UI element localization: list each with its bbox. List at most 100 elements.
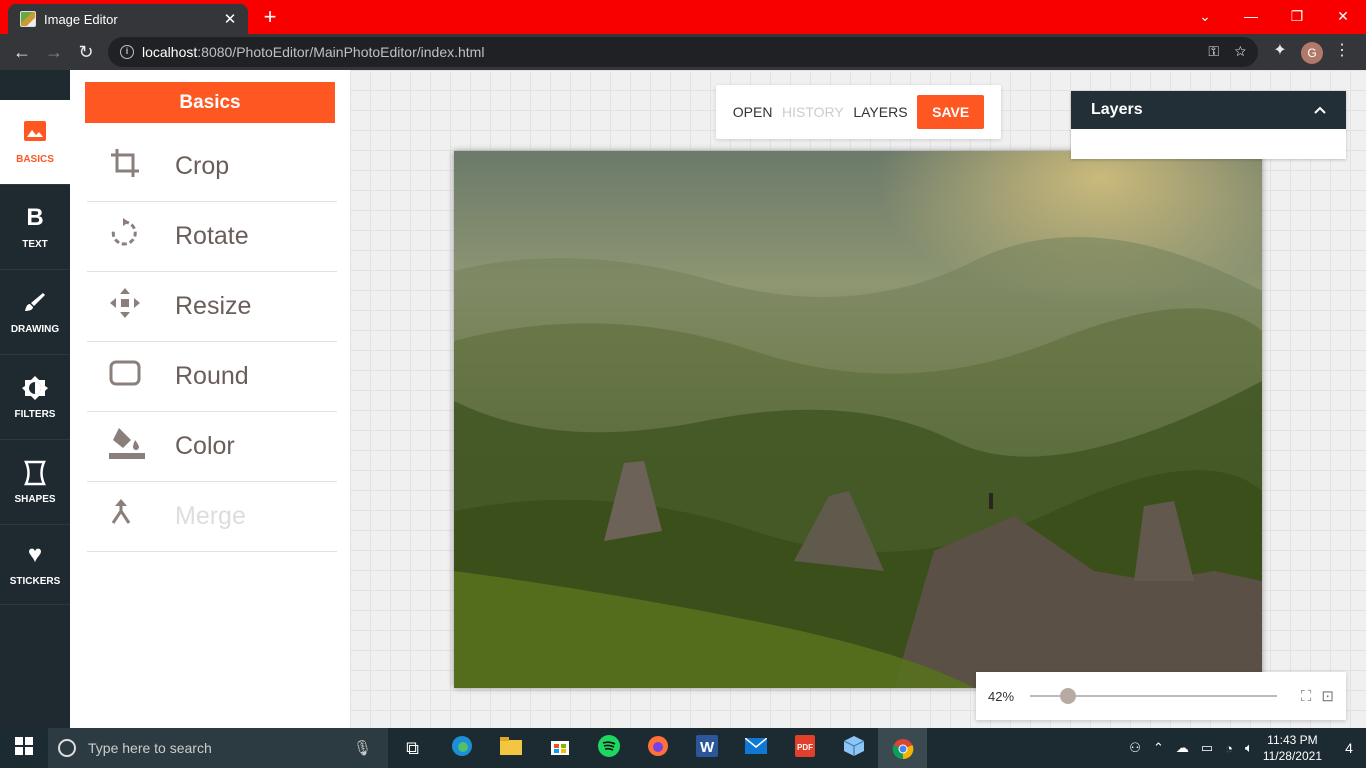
rail-item-label: STICKERS bbox=[9, 576, 61, 587]
zoom-controls: 42% ⛶ ⊡ bbox=[976, 672, 1346, 720]
fit-screen-icon[interactable]: ⛶ bbox=[1301, 688, 1312, 705]
svg-text:PDF: PDF bbox=[797, 743, 813, 752]
editing-canvas-image[interactable] bbox=[454, 151, 1262, 688]
center-focus-icon[interactable]: ⊡ bbox=[1321, 687, 1334, 705]
notification-count: 4 bbox=[1345, 740, 1353, 756]
wifi-icon[interactable]: ◔ bbox=[1225, 741, 1233, 756]
photo-editor-app: BASICS B TEXT DRAWING FILTERS SHAPES ♥ S… bbox=[0, 70, 1366, 728]
clock-time: 11:43 PM bbox=[1267, 733, 1318, 747]
zoom-slider-thumb[interactable] bbox=[1059, 688, 1076, 704]
svg-text:W: W bbox=[700, 739, 715, 756]
canvas-area: OPEN HISTORY LAYERS SAVE Layers 42% ⛶ ⊡ bbox=[350, 70, 1366, 728]
url-input[interactable]: i localhost :8080/PhotoEditor/MainPhotoE… bbox=[108, 37, 1258, 67]
panel-title: Basics bbox=[85, 82, 335, 123]
3d-cube-icon[interactable] bbox=[829, 735, 878, 762]
rail-item-stickers[interactable]: ♥ STICKERS bbox=[0, 525, 70, 605]
word-icon[interactable]: W bbox=[682, 734, 731, 762]
forward-arrow-icon[interactable]: → bbox=[40, 38, 68, 66]
rail-item-label: DRAWING bbox=[10, 323, 60, 335]
rail-item-text[interactable]: B TEXT bbox=[0, 185, 70, 270]
browser-menu-icon[interactable]: ⋮ bbox=[1330, 40, 1354, 60]
paint-bucket-icon bbox=[87, 426, 175, 467]
tool-rotate[interactable]: Rotate bbox=[87, 202, 337, 272]
extensions-puzzle-icon[interactable]: ✦ bbox=[1268, 40, 1292, 60]
close-window-button[interactable]: ✕ bbox=[1320, 0, 1366, 32]
tray-chevron-up-icon[interactable]: ⌃ bbox=[1153, 740, 1164, 756]
layers-panel-title: Layers bbox=[1091, 101, 1143, 118]
layers-panel-header[interactable]: Layers bbox=[1071, 91, 1346, 129]
minimize-button[interactable]: — bbox=[1228, 0, 1274, 32]
cortana-circle-icon bbox=[58, 739, 76, 757]
edge-browser-icon[interactable] bbox=[437, 735, 486, 762]
zoom-level-label: 42% bbox=[988, 688, 1015, 704]
editor-toolbar: OPEN HISTORY LAYERS SAVE bbox=[716, 85, 1001, 139]
favicon-icon bbox=[20, 11, 36, 27]
tool-label: Resize bbox=[175, 292, 252, 320]
rail-item-shapes[interactable]: SHAPES bbox=[0, 440, 70, 525]
file-explorer-icon[interactable] bbox=[486, 736, 535, 760]
onedrive-cloud-icon[interactable]: ☁ bbox=[1176, 740, 1189, 756]
windows-start-icon[interactable] bbox=[0, 736, 48, 760]
chevron-up-icon[interactable] bbox=[1314, 101, 1326, 119]
profile-avatar[interactable]: G bbox=[1301, 42, 1323, 64]
tab-search-icon[interactable]: ⌄ bbox=[1182, 0, 1228, 32]
brightness-icon bbox=[22, 375, 48, 401]
layers-button[interactable]: LAYERS bbox=[853, 104, 907, 120]
rail-item-label: TEXT bbox=[22, 238, 48, 250]
mail-icon[interactable] bbox=[731, 736, 780, 759]
tool-label: Color bbox=[175, 432, 235, 460]
image-icon bbox=[23, 120, 47, 146]
crop-icon bbox=[87, 147, 175, 186]
tool-rail: BASICS B TEXT DRAWING FILTERS SHAPES ♥ S… bbox=[0, 70, 70, 728]
bookmark-star-icon[interactable]: ☆ bbox=[1235, 43, 1246, 59]
people-icon[interactable]: ⚇ bbox=[1129, 740, 1141, 756]
rail-item-label: FILTERS bbox=[14, 408, 56, 420]
task-view-icon[interactable]: ⧉ bbox=[388, 738, 437, 759]
open-button[interactable]: OPEN bbox=[733, 104, 773, 120]
bold-b-icon: B bbox=[26, 203, 44, 231]
pdf-icon[interactable]: PDF bbox=[780, 734, 829, 762]
system-tray: ⚇ ⌃ ☁ ▭ ◔ 🔈︎ 11:43 PM 11/28/2021 4 bbox=[1123, 728, 1366, 768]
search-placeholder: Type here to search bbox=[88, 740, 212, 756]
restore-button[interactable]: ❐ bbox=[1274, 0, 1320, 32]
notification-center-icon[interactable]: 4 bbox=[1332, 740, 1366, 756]
tool-resize[interactable]: Resize bbox=[87, 272, 337, 342]
rail-item-drawing[interactable]: DRAWING bbox=[0, 270, 70, 355]
save-button[interactable]: SAVE bbox=[917, 95, 985, 129]
browser-titlebar: Image Editor ✕ + ⌄ — ❐ ✕ bbox=[0, 0, 1366, 34]
tool-label: Rotate bbox=[175, 222, 249, 250]
chrome-icon[interactable] bbox=[878, 728, 927, 768]
zoom-slider[interactable] bbox=[1030, 688, 1277, 704]
volume-icon[interactable]: 🔈︎ bbox=[1245, 740, 1253, 756]
rail-item-filters[interactable]: FILTERS bbox=[0, 355, 70, 440]
clock[interactable]: 11:43 PM 11/28/2021 bbox=[1263, 732, 1322, 764]
tool-crop[interactable]: Crop bbox=[87, 132, 337, 202]
tool-merge[interactable]: Merge bbox=[87, 482, 337, 552]
omnibox-actions: ⚿ ☆ bbox=[1208, 43, 1246, 60]
shape-icon bbox=[24, 460, 46, 486]
browser-tab[interactable]: Image Editor ✕ bbox=[8, 4, 248, 34]
address-bar: ← → ↻ i localhost :8080/PhotoEditor/Main… bbox=[0, 34, 1366, 70]
move-icon bbox=[87, 287, 175, 326]
battery-icon[interactable]: ▭ bbox=[1201, 740, 1213, 756]
back-arrow-icon[interactable]: ← bbox=[8, 38, 36, 66]
url-host: localhost bbox=[142, 44, 198, 60]
spotify-icon[interactable] bbox=[584, 734, 633, 762]
history-button[interactable]: HISTORY bbox=[782, 104, 844, 120]
tool-label: Crop bbox=[175, 152, 230, 180]
tool-color[interactable]: Color bbox=[87, 412, 337, 482]
microphone-icon[interactable]: 🎙︎ bbox=[353, 739, 372, 757]
site-info-icon[interactable]: i bbox=[120, 45, 134, 59]
tab-title: Image Editor bbox=[44, 11, 118, 27]
reload-icon[interactable]: ↻ bbox=[72, 38, 100, 66]
new-tab-button[interactable]: + bbox=[258, 4, 282, 30]
store-bag-icon[interactable] bbox=[535, 736, 584, 761]
tab-close-icon[interactable]: ✕ bbox=[218, 10, 242, 28]
taskbar-search-input[interactable]: Type here to search 🎙︎ bbox=[48, 728, 388, 768]
rail-item-basics[interactable]: BASICS bbox=[0, 100, 70, 185]
basics-tool-list: Crop Rotate Resize Round Color Merge bbox=[87, 132, 337, 552]
tool-label: Round bbox=[175, 362, 249, 390]
key-icon[interactable]: ⚿ bbox=[1208, 43, 1219, 59]
firefox-icon[interactable] bbox=[633, 735, 682, 762]
tool-round[interactable]: Round bbox=[87, 342, 337, 412]
